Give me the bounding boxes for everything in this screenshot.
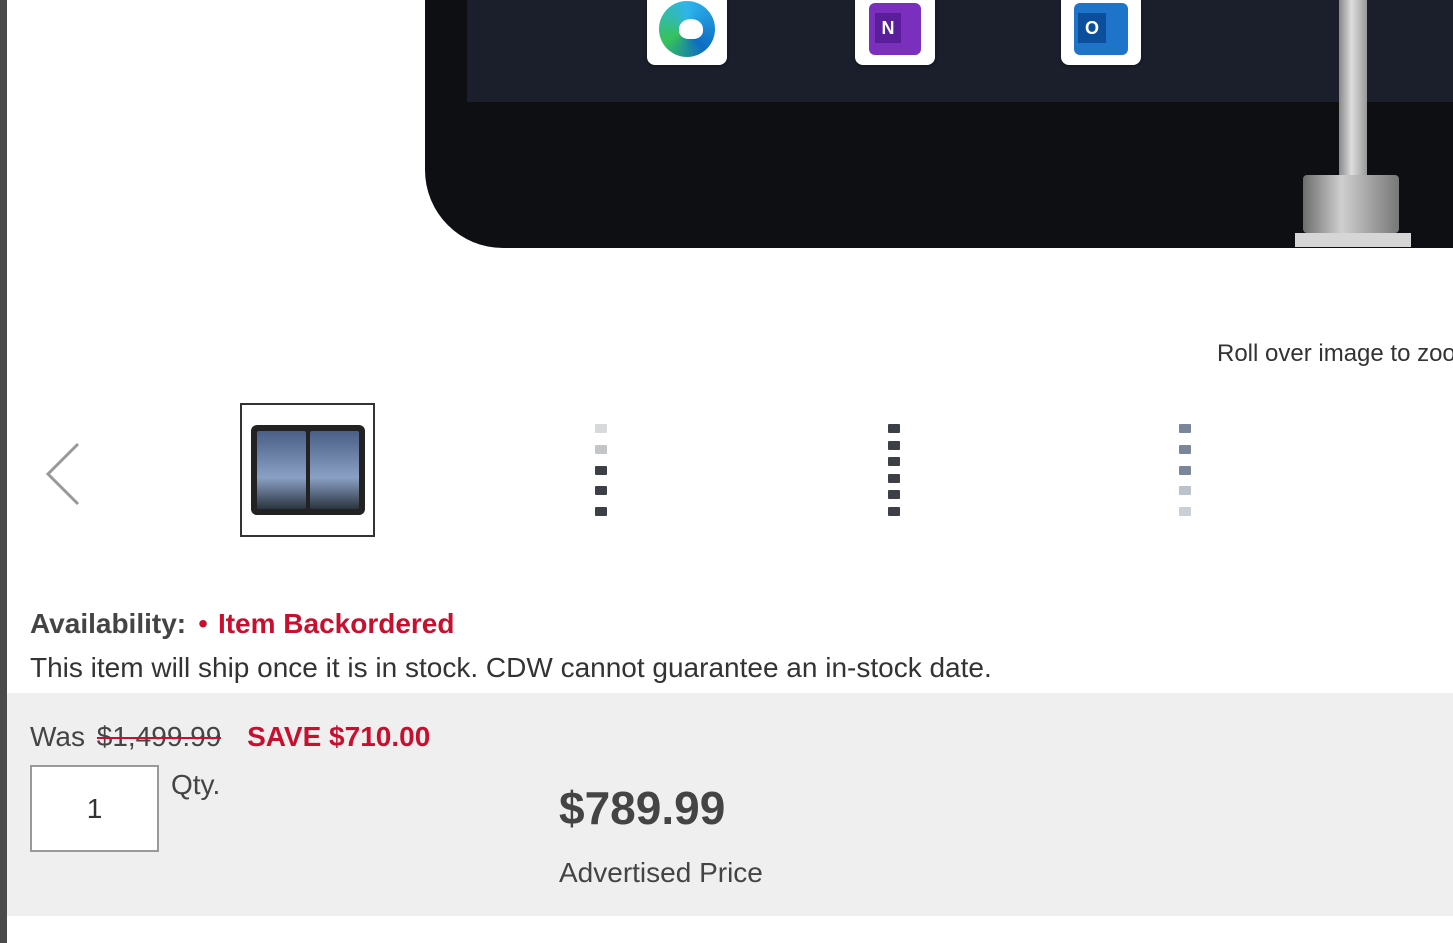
was-price: $1,499.99 — [96, 721, 222, 752]
availability-row: Availability: • Item Backordered — [30, 608, 454, 640]
thumbnail-front-view[interactable] — [240, 403, 375, 537]
shipping-note: This item will ship once it is in stock.… — [30, 652, 992, 683]
availability-status: Item Backordered — [217, 608, 455, 639]
device-screen — [467, 0, 1453, 102]
thumbnail-image — [594, 424, 607, 516]
thumbnail-image — [1178, 424, 1191, 516]
save-amount: SAVE $710.00 — [247, 721, 431, 752]
device-render — [425, 0, 1453, 248]
quantity-label: Qty. — [171, 769, 221, 800]
chevron-left-icon — [45, 442, 80, 506]
hinge-bar — [1339, 0, 1367, 180]
thumbnail-side-view-1[interactable] — [533, 403, 668, 537]
availability-label: Availability: — [30, 608, 187, 639]
zoom-hint: Roll over image to zoo — [1217, 340, 1453, 367]
quantity-input[interactable] — [30, 765, 159, 852]
edge-icon — [647, 0, 727, 65]
was-price-line: Was $1,499.99 SAVE $710.00 — [30, 721, 430, 753]
hinge-base — [1295, 233, 1411, 247]
thumbnail-image — [887, 424, 900, 516]
carousel-prev-button[interactable] — [40, 440, 90, 508]
thumbnail-image — [250, 425, 365, 515]
hinge-block — [1303, 175, 1399, 233]
status-dot: • — [198, 608, 208, 639]
price-panel: Was $1,499.99 SAVE $710.00 Qty. $789.99 … — [7, 693, 1453, 916]
thumbnail-side-view-3[interactable] — [1117, 403, 1252, 537]
thumbnail-side-view-2[interactable] — [826, 403, 961, 537]
current-price: $789.99 — [559, 782, 726, 834]
outlook-icon — [1061, 0, 1141, 65]
price-caption: Advertised Price — [559, 857, 763, 888]
window-edge — [0, 0, 7, 943]
onenote-icon — [855, 0, 935, 65]
was-label: Was — [30, 721, 85, 752]
